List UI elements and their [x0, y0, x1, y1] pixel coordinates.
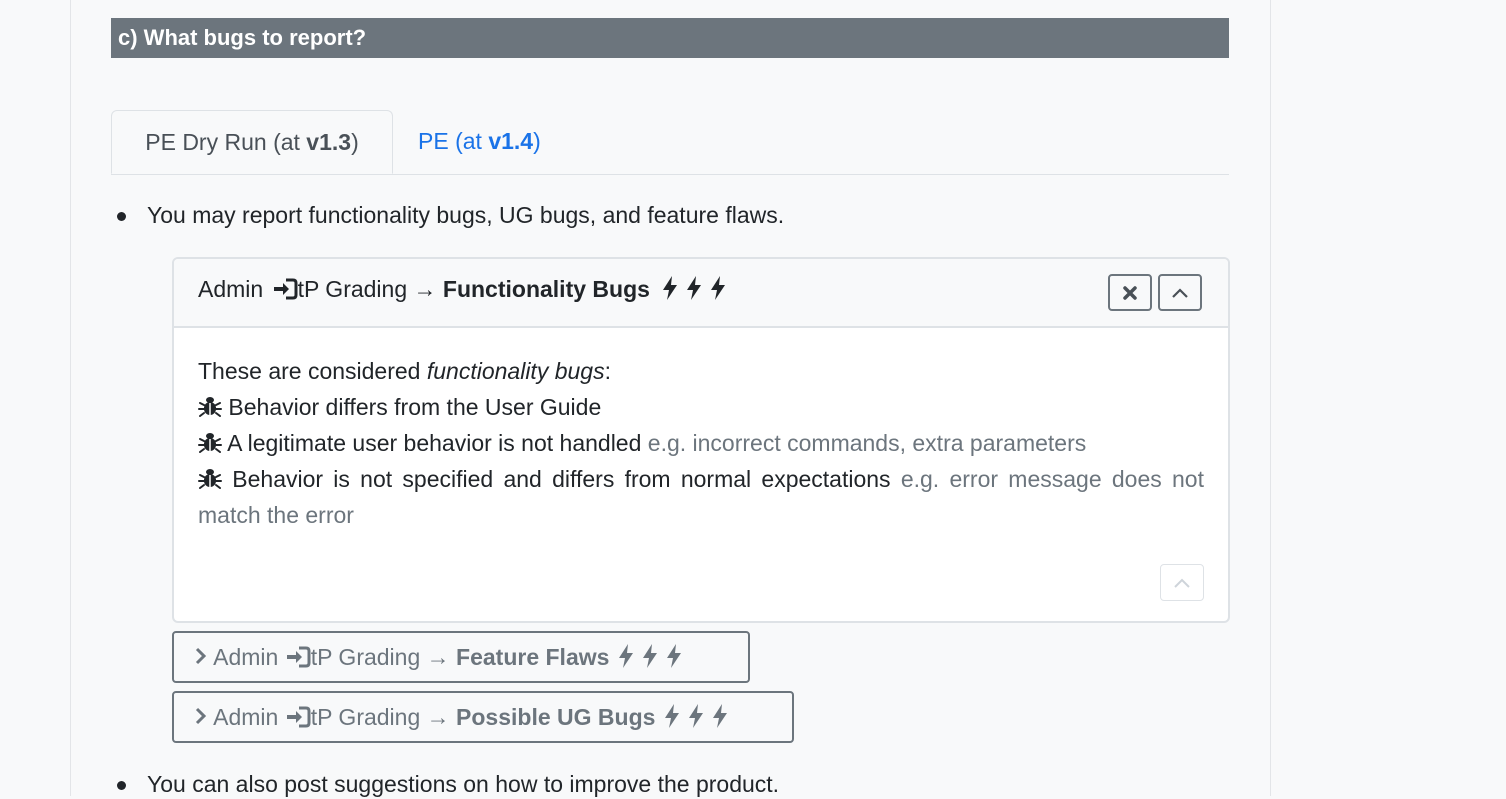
- bolt-icon: [664, 703, 679, 728]
- tab-label-prefix: PE Dry Run (at: [145, 129, 307, 155]
- chevron-right-icon: [195, 648, 207, 665]
- breadcrumb-arrow: →: [426, 704, 450, 730]
- tab-pe[interactable]: PE (at v1.4): [418, 110, 541, 174]
- bolt-icon: [666, 643, 681, 668]
- bug-icon: [198, 397, 222, 418]
- bug-criteria-text: Behavior differs from the User Guide: [228, 394, 602, 420]
- bolt-icon: [663, 275, 678, 300]
- bullet-dot: [117, 781, 126, 790]
- breadcrumb-arrow: →: [413, 276, 437, 302]
- tab-pe-dry-run[interactable]: PE Dry Run (at v1.3): [111, 110, 393, 174]
- collapsed-panel-title: Feature Flaws: [456, 644, 610, 670]
- bug-criteria-example: e.g. incorrect commands, extra parameter…: [647, 430, 1087, 456]
- breadcrumb-admin: Admin: [213, 644, 279, 670]
- chevron-up-icon: [1174, 578, 1190, 588]
- chevron-up-icon: [1172, 287, 1188, 298]
- collapsed-panel-title: Possible UG Bugs: [456, 704, 656, 730]
- panel-intro: These are considered functionality bugs:: [198, 353, 1204, 389]
- panel-header[interactable]: Admin tP Grading → Functionality Bugs: [174, 259, 1228, 328]
- tab-label-prefix: PE (at: [418, 128, 489, 154]
- section-header: c) What bugs to report?: [111, 18, 1229, 58]
- bolt-icon: [687, 275, 702, 300]
- bug-icon: [198, 433, 222, 454]
- possible-ug-bugs-panel-toggle[interactable]: Admin tP Grading → Possible UG Bugs: [172, 691, 794, 743]
- close-panel-button[interactable]: [1108, 274, 1152, 311]
- breadcrumb-admin: Admin: [213, 704, 279, 730]
- list-item-text: You may report functionality bugs, UG bu…: [147, 202, 785, 228]
- intro-suffix: :: [604, 358, 611, 384]
- bullet-dot: [117, 212, 126, 221]
- intro-emphasis: functionality bugs: [426, 358, 605, 384]
- close-icon: [1123, 285, 1137, 300]
- bolt-icons: [662, 703, 730, 730]
- panel-title: Admin tP Grading → Functionality Bugs: [198, 274, 728, 304]
- bolt-icons: [616, 643, 684, 670]
- bug-icon: [198, 469, 222, 490]
- breadcrumb-grading: tP Grading: [310, 644, 421, 670]
- collapse-panel-bottom-button[interactable]: [1160, 564, 1204, 601]
- sign-in-icon: [286, 646, 311, 668]
- tab-version: v1.3: [306, 129, 352, 155]
- chevron-right-icon: [195, 708, 207, 725]
- main-content: c) What bugs to report? PE Dry Run (at v…: [70, 0, 1271, 797]
- breadcrumb-admin: Admin: [198, 276, 264, 302]
- bolt-icon: [688, 703, 703, 728]
- intro-prefix: These are considered: [198, 358, 427, 384]
- bolt-icons: [660, 275, 728, 302]
- bug-criteria-text: A legitimate user behavior is not handle…: [227, 430, 642, 456]
- panel-body: These are considered functionality bugs:…: [198, 353, 1204, 533]
- panel-title-text: Functionality Bugs: [442, 276, 650, 302]
- feature-flaws-panel-toggle[interactable]: Admin tP Grading → Feature Flaws: [172, 631, 750, 683]
- bolt-icon: [712, 703, 727, 728]
- bug-criteria-item: Behavior is not specified and differs fr…: [198, 461, 1204, 533]
- breadcrumb-grading: tP Grading: [310, 704, 421, 730]
- tab-version: v1.4: [488, 128, 534, 154]
- breadcrumb-arrow: →: [426, 644, 450, 670]
- bug-criteria-text: Behavior is not specified and differs fr…: [232, 466, 891, 492]
- bolt-icon: [618, 643, 633, 668]
- tab-label-suffix: ): [351, 129, 359, 155]
- section-header-text: c) What bugs to report?: [118, 25, 367, 50]
- bolt-icon: [642, 643, 657, 668]
- list-item-text: You can also post suggestions on how to …: [147, 771, 780, 797]
- tab-bar: PE Dry Run (at v1.3) PE (at v1.4): [111, 110, 1229, 175]
- bug-criteria-item: A legitimate user behavior is not handle…: [198, 425, 1204, 461]
- bug-criteria-item: Behavior differs from the User Guide: [198, 389, 1204, 425]
- sign-in-icon: [286, 706, 311, 728]
- bolt-icon: [711, 275, 726, 300]
- breadcrumb-grading: tP Grading: [297, 276, 408, 302]
- tab-label-suffix: ): [533, 128, 541, 154]
- sign-in-icon: [273, 278, 298, 300]
- functionality-bugs-panel: Admin tP Grading → Functionality Bugs Th…: [172, 257, 1230, 623]
- collapse-panel-button[interactable]: [1158, 274, 1202, 311]
